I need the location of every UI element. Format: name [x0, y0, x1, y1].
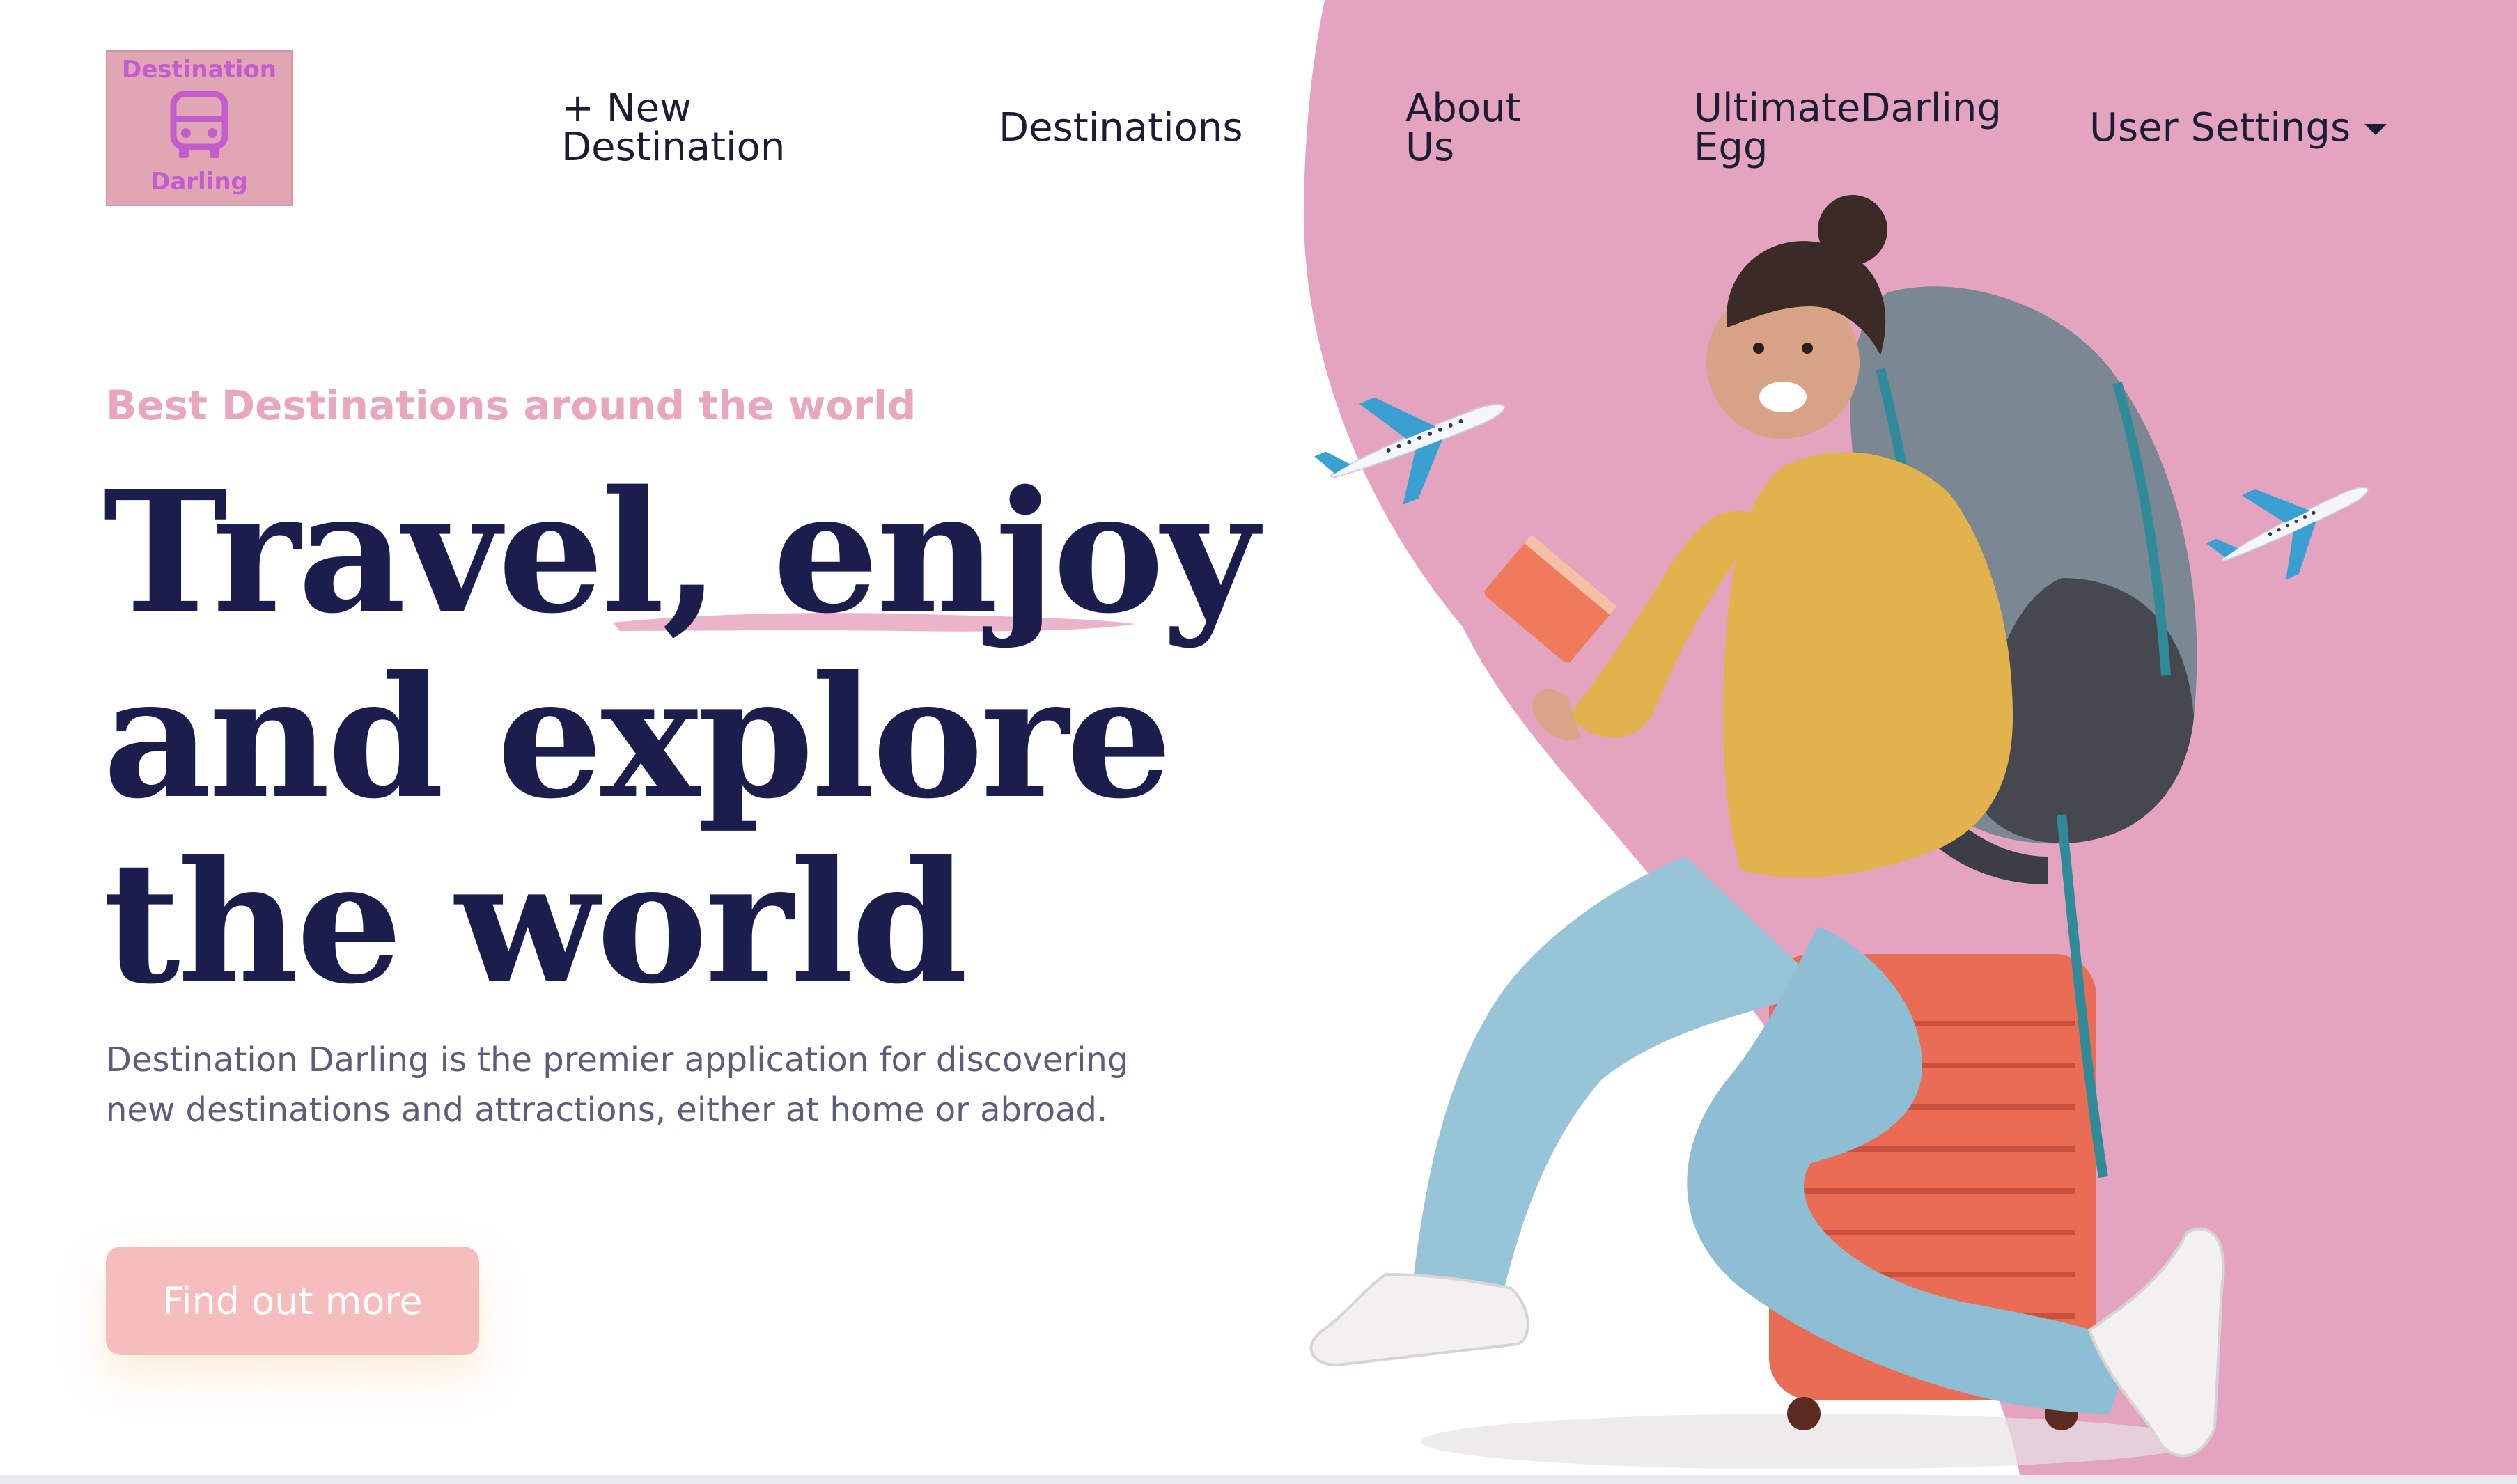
hero-description: Destination Darling is the premier appli…: [106, 1040, 1129, 1130]
nav-user-settings-dropdown[interactable]: User Settings: [2089, 109, 2387, 148]
passport-icon: [1484, 534, 1617, 663]
bus-icon: [169, 91, 229, 161]
hero-eyebrow: Best Destinations around the world: [106, 382, 917, 429]
headline-line-3: the world: [103, 825, 968, 1021]
user-settings-label: User Settings: [2089, 105, 2351, 150]
traveler-illustration: [1309, 195, 2225, 1469]
nav-destinations[interactable]: Destinations: [999, 109, 1243, 148]
find-out-more-button[interactable]: Find out more: [106, 1247, 479, 1355]
caret-down-icon: [2364, 124, 2387, 135]
app-logo[interactable]: Destination Darling: [106, 50, 293, 206]
headline-line-1: Travel, enjoy: [103, 454, 1258, 650]
logo-text-bottom: Darling: [150, 167, 248, 196]
nav-about-us[interactable]: About Us: [1405, 89, 1552, 167]
page-bottom-edge: [0, 1475, 2517, 1484]
nav-account-name[interactable]: UltimateDarling Egg: [1694, 89, 2028, 167]
nav-new-destination[interactable]: + New Destination: [561, 89, 826, 167]
logo-text-top: Destination: [121, 56, 277, 84]
hero-headline: Travel, enjoy and explore the world: [103, 454, 1258, 1021]
headline-line-2: and explore: [103, 639, 1172, 836]
